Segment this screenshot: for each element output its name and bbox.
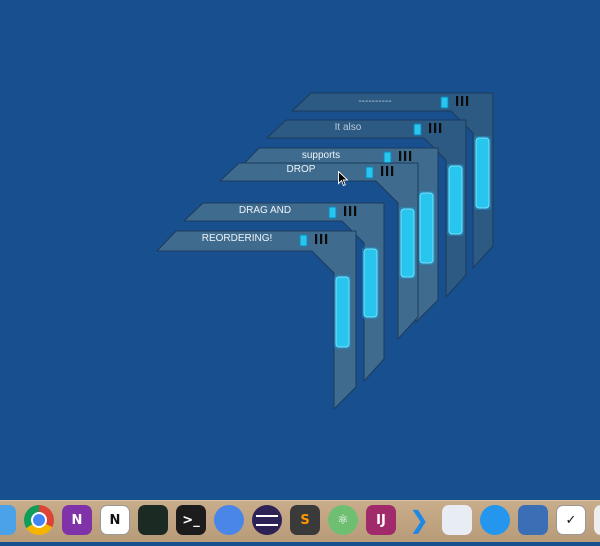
scrollbar-thumb[interactable]	[335, 276, 350, 348]
scrollbar-thumb[interactable]	[448, 165, 463, 235]
drag-handle-icon	[429, 123, 432, 133]
window-title: REORDERING!	[201, 233, 273, 244]
window-title: supports	[301, 150, 341, 161]
scrollbar-thumb[interactable]	[475, 137, 490, 209]
drag-handle-icon	[456, 96, 459, 106]
atom-icon[interactable]: ⚛	[328, 505, 358, 535]
drag-handle-icon	[386, 166, 389, 176]
chrome-icon[interactable]	[24, 505, 54, 535]
drag-handle-icon	[344, 206, 347, 216]
drag-handle-icon	[439, 123, 442, 133]
desktop: ---------- It also supports DROP DRAG AND REO…	[0, 0, 600, 541]
window-title: ----------	[358, 96, 392, 107]
window-selector-icon	[328, 206, 337, 219]
drag-handle-icon	[349, 206, 352, 216]
scrollbar-thumb[interactable]	[400, 208, 415, 278]
drag-handle-icon	[404, 151, 407, 161]
window-selector-icon	[413, 123, 422, 136]
window-title: DRAG AND	[238, 205, 292, 216]
window-selector-icon	[365, 166, 374, 179]
drag-handle-icon	[466, 96, 469, 106]
xcode-instruments-icon[interactable]	[442, 505, 472, 535]
mouse-cursor-icon	[338, 171, 348, 187]
messages-icon[interactable]	[214, 505, 244, 535]
drag-handle-icon	[434, 123, 437, 133]
window-selector-icon	[440, 96, 449, 109]
drag-handle-icon	[391, 166, 394, 176]
eclipse-icon[interactable]	[252, 505, 282, 535]
window-stack	[155, 92, 494, 411]
window-title: DROP	[286, 164, 316, 175]
virtualbox-icon[interactable]	[518, 505, 548, 535]
drag-handle-icon	[320, 234, 323, 244]
docker-icon[interactable]	[480, 505, 510, 535]
finder-icon[interactable]	[0, 505, 16, 535]
window-selector-icon	[299, 234, 308, 247]
window-frame	[155, 230, 357, 411]
documents-icon[interactable]	[594, 505, 600, 535]
drag-handle-icon	[461, 96, 464, 106]
notion-icon[interactable]: N	[100, 505, 130, 535]
drag-handle-icon	[381, 166, 384, 176]
dock: N N >_ S ⚛ IJ ❯ ✓	[0, 500, 600, 542]
window-title: It also	[334, 122, 362, 133]
drag-handle-icon	[409, 151, 412, 161]
window-selector-icon	[383, 151, 392, 164]
activity-monitor-icon[interactable]	[138, 505, 168, 535]
terminal-icon[interactable]: >_	[176, 505, 206, 535]
scrollbar-thumb[interactable]	[419, 192, 434, 264]
drag-handle-icon	[315, 234, 318, 244]
scrollbar-thumb[interactable]	[363, 248, 378, 318]
intellij-icon[interactable]: IJ	[366, 505, 396, 535]
drag-handle-icon	[399, 151, 402, 161]
drag-handle-icon	[325, 234, 328, 244]
drag-window-6[interactable]	[155, 230, 357, 411]
onenote-icon[interactable]: N	[62, 505, 92, 535]
drag-handle-icon	[354, 206, 357, 216]
tasks-icon[interactable]: ✓	[556, 505, 586, 535]
vscode-icon[interactable]: ❯	[404, 505, 434, 535]
sublime-text-icon[interactable]: S	[290, 505, 320, 535]
